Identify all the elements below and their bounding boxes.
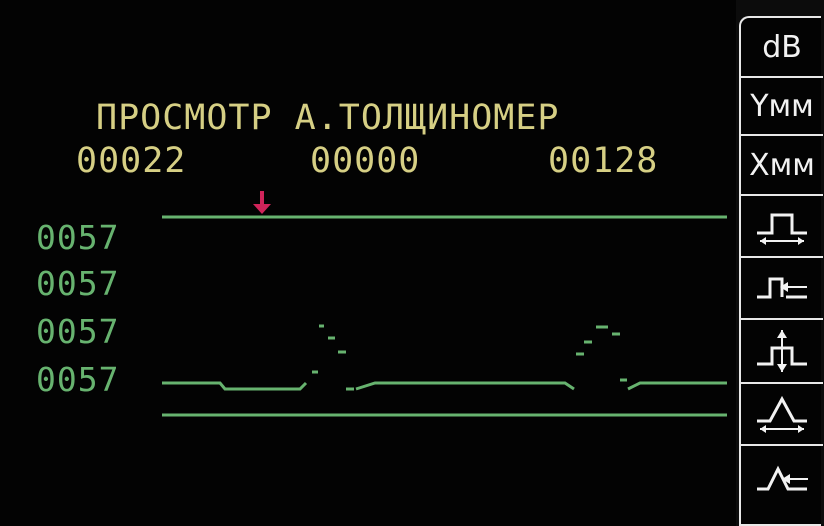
gate-start-icon bbox=[757, 277, 807, 299]
trace-segment-3 bbox=[627, 381, 727, 391]
softkey-panel: dB Yмм Xмм bbox=[739, 16, 823, 526]
softkey-x-mm-label: Xмм bbox=[749, 147, 815, 183]
softkey-gate-level[interactable] bbox=[741, 320, 823, 384]
softkey-peak-width[interactable] bbox=[741, 384, 823, 446]
softkey-gate-start[interactable] bbox=[741, 258, 823, 320]
position-marker-icon[interactable] bbox=[253, 191, 271, 214]
main-display: ПРОСМОТР А.ТОЛЩИНОМЕР 00022 00000 00128 … bbox=[0, 0, 736, 526]
device-screen: ПРОСМОТР А.ТОЛЩИНОМЕР 00022 00000 00128 … bbox=[0, 0, 824, 526]
gate-width-icon bbox=[757, 213, 807, 245]
softkey-db-label: dB bbox=[762, 29, 802, 65]
scan-plot bbox=[162, 191, 727, 417]
trace-segment-2 bbox=[355, 381, 575, 391]
scan-trace bbox=[162, 324, 727, 391]
trace-segment-1 bbox=[162, 381, 308, 391]
signal-amplitude-icon bbox=[757, 465, 808, 491]
softkey-gate-width[interactable] bbox=[741, 196, 823, 258]
softkey-y-mm[interactable]: Yмм bbox=[741, 78, 823, 136]
softkey-signal-amplitude[interactable] bbox=[741, 446, 823, 510]
softkey-db[interactable]: dB bbox=[741, 18, 823, 78]
softkey-y-mm-label: Yмм bbox=[750, 88, 814, 124]
gate-level-icon bbox=[757, 330, 807, 372]
softkey-x-mm[interactable]: Xмм bbox=[741, 136, 823, 196]
peak-width-icon bbox=[757, 395, 807, 433]
